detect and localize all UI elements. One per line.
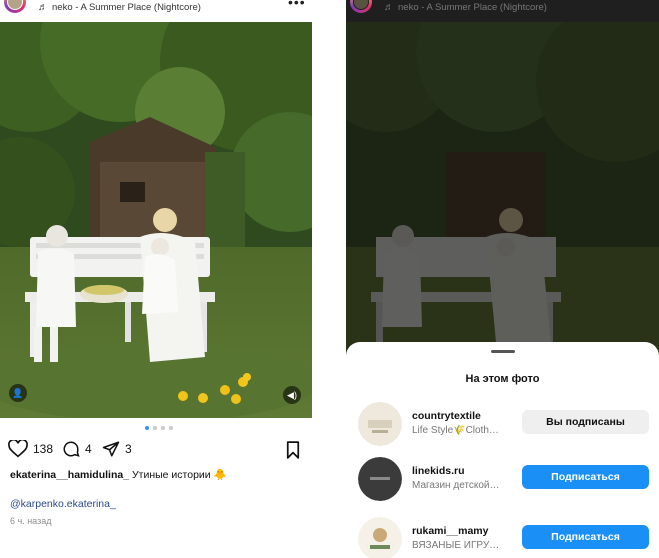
carousel-dot: [153, 426, 157, 430]
post-photo[interactable]: 👤 ◀): [0, 22, 312, 418]
more-icon[interactable]: •••: [288, 0, 306, 10]
account-row[interactable]: linekids.ru Магазин детской… Подписаться: [358, 457, 656, 503]
account-avatar[interactable]: [358, 402, 402, 446]
tagged-panel: ♬ neko - A Summer Place (Nightcore) На эт…: [346, 0, 659, 558]
music-label: ♬ neko - A Summer Place (Nightcore): [384, 2, 547, 13]
avatar: [350, 0, 372, 13]
account-name[interactable]: rukami__mamy: [412, 525, 488, 537]
post-header-dimmed: ♬ neko - A Summer Place (Nightcore): [346, 0, 659, 22]
post-panel: ♬neko - A Summer Place (Nightcore) •••: [0, 0, 312, 558]
comment-icon: [63, 441, 80, 457]
account-name[interactable]: countrytextile: [412, 410, 481, 422]
follow-button[interactable]: Подписаться: [522, 465, 649, 489]
sound-icon[interactable]: ◀): [283, 386, 301, 404]
bookmark-icon[interactable]: [286, 441, 300, 459]
account-avatar[interactable]: [358, 517, 402, 558]
heart-icon: [8, 440, 28, 458]
send-icon: [102, 441, 120, 457]
share-button[interactable]: 3: [102, 440, 132, 458]
music-note-icon: ♬: [384, 2, 394, 13]
like-button[interactable]: 138: [8, 440, 53, 458]
account-row[interactable]: countrytextile Life Style🌾Cloth… Вы подп…: [358, 402, 656, 448]
account-avatar[interactable]: [358, 457, 402, 501]
post-caption: ekaterina__hamidulina_ Утиные истории 🐥: [10, 468, 227, 481]
account-subtitle: ВЯЗАНЫЕ ИГРУ…: [412, 540, 500, 551]
divider: [312, 0, 346, 558]
carousel-dot: [161, 426, 165, 430]
caption-username[interactable]: ekaterina__hamidulina_: [10, 469, 129, 481]
caption-text: Утиные истории: [131, 469, 211, 481]
avatar[interactable]: [4, 0, 26, 13]
carousel-dots: [145, 426, 173, 430]
sheet-title: На этом фото: [465, 373, 540, 385]
caption-emoji: 🐥: [213, 469, 227, 481]
account-name[interactable]: linekids.ru: [412, 465, 465, 477]
account-subtitle: Магазин детской…: [412, 480, 500, 491]
mention-link[interactable]: @karpenko.ekaterina_: [10, 498, 116, 510]
account-row[interactable]: rukami__mamy ВЯЗАНЫЕ ИГРУ… Подписаться: [358, 517, 656, 558]
following-button[interactable]: Вы подписаны: [522, 410, 649, 434]
tagged-accounts-sheet: На этом фото countrytextile Life Style🌾C…: [346, 342, 659, 558]
action-bar: 138 4 3: [8, 440, 304, 462]
carousel-dot: [169, 426, 173, 430]
music-label[interactable]: ♬ neko - A Summer Place (Nightcore): [38, 2, 201, 13]
sheet-handle[interactable]: [491, 350, 515, 353]
post-time: 6 ч. назад: [10, 516, 52, 526]
carousel-dot: [145, 426, 149, 430]
tag-user-icon[interactable]: 👤: [9, 384, 27, 402]
music-note-icon: ♬: [38, 2, 48, 13]
follow-button[interactable]: Подписаться: [522, 525, 649, 549]
comment-button[interactable]: 4: [62, 440, 92, 458]
account-subtitle: Life Style🌾Cloth…: [412, 425, 499, 436]
post-header: ♬ neko - A Summer Place (Nightcore) •••: [0, 0, 312, 22]
